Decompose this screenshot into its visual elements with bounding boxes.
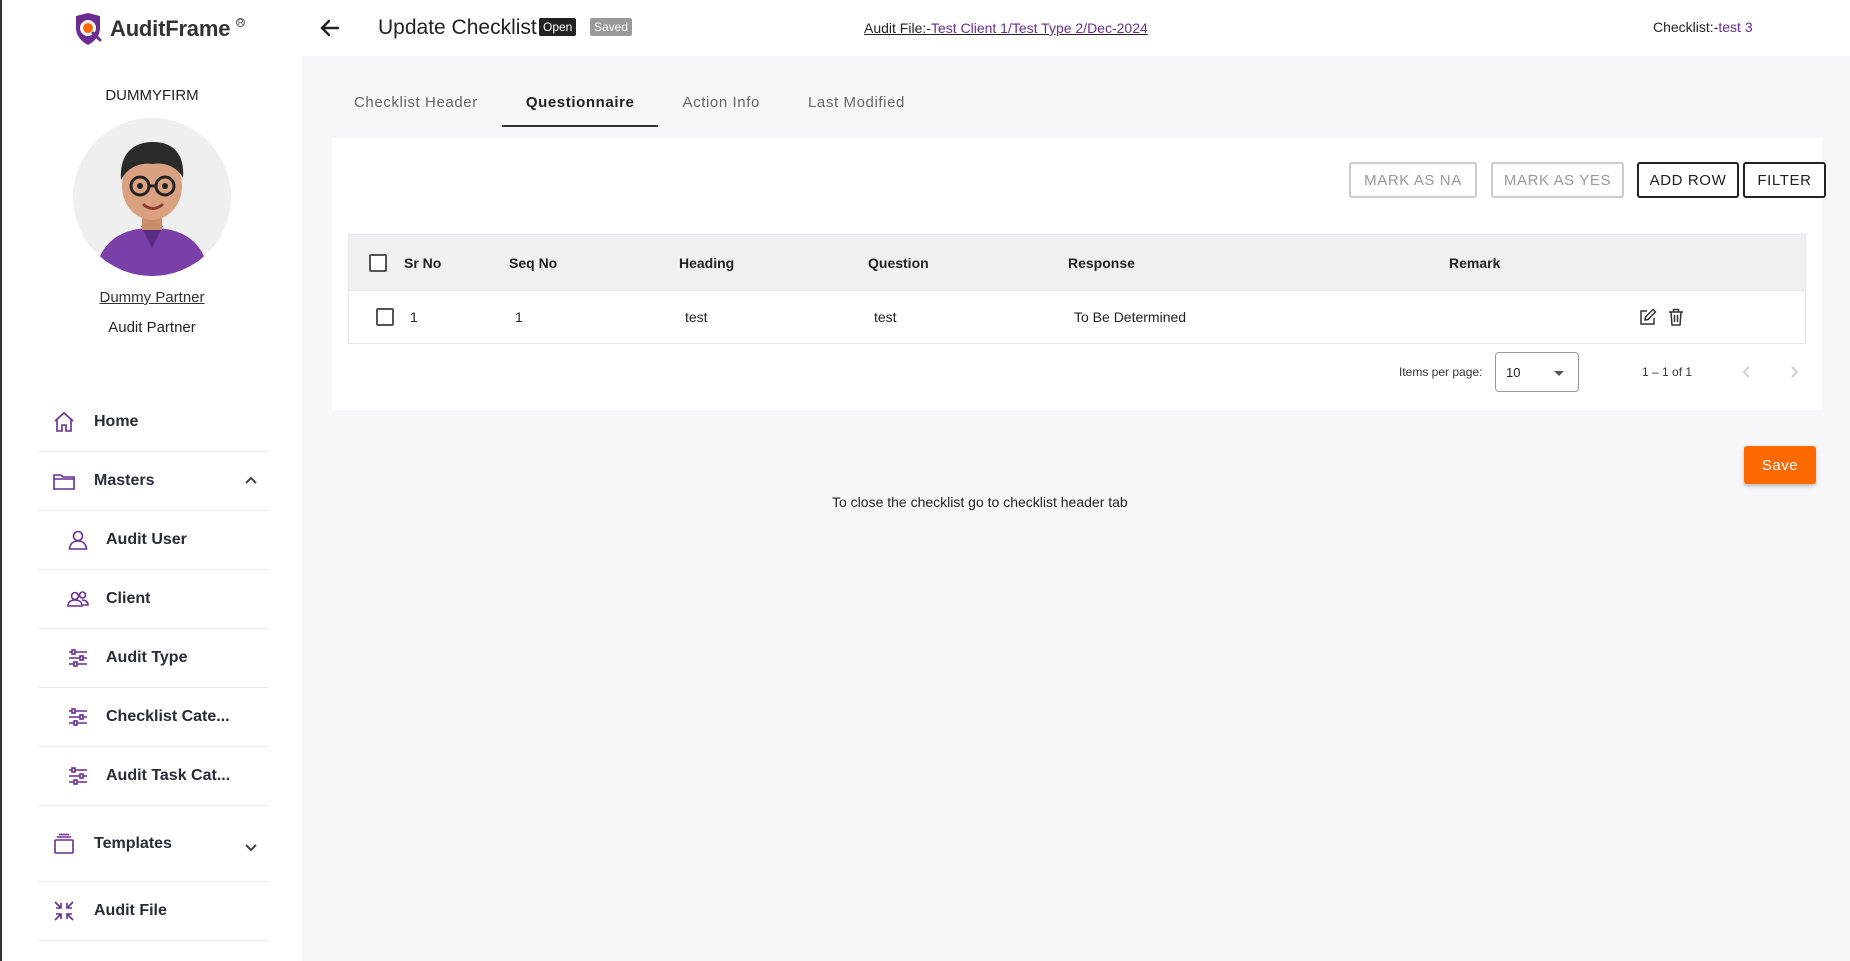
home-icon xyxy=(50,408,78,436)
cell-response: To Be Determined xyxy=(1074,309,1187,325)
top-bar: Update Checklist Open Saved Audit File:-… xyxy=(302,0,1850,56)
user-role: Audit Partner xyxy=(108,319,196,336)
folder-icon xyxy=(50,467,78,495)
sidebar-item-label: Masters xyxy=(94,472,155,489)
sidebar-item-label: Client xyxy=(106,590,151,607)
avatar-illustration-icon xyxy=(73,118,231,276)
save-button[interactable]: Save xyxy=(1744,446,1816,484)
previous-page-icon[interactable] xyxy=(1738,363,1756,381)
mark-as-na-button[interactable]: MARK AS NA xyxy=(1349,162,1477,198)
chevron-up-icon[interactable] xyxy=(242,472,260,490)
edit-icon[interactable] xyxy=(1638,307,1658,327)
row-checkbox[interactable] xyxy=(376,308,394,326)
add-row-button[interactable]: ADD ROW xyxy=(1637,162,1739,198)
cell-seq-no: 1 xyxy=(515,309,523,325)
sliders-icon xyxy=(64,703,92,731)
column-response: Response xyxy=(1068,254,1135,271)
column-question: Question xyxy=(868,254,929,271)
user-icon xyxy=(64,526,92,554)
audit-file-label: Audit File:- xyxy=(864,20,931,36)
sidebar-item-audit-file[interactable]: Audit File xyxy=(38,882,268,941)
select-all-checkbox[interactable] xyxy=(369,253,387,272)
sidebar-item-label: Home xyxy=(94,413,139,430)
questionnaire-table: Sr No Seq No Heading Question Response R… xyxy=(348,234,1806,344)
sidebar-item-label: Audit User xyxy=(106,531,187,548)
audit-file-value: Test Client 1/Test Type 2/Dec-2024 xyxy=(930,20,1148,36)
sliders-icon xyxy=(64,762,92,790)
select-all-checkbox-cell xyxy=(369,235,387,290)
sidebar-item-audit-task-category[interactable]: Audit Task Cat... xyxy=(38,747,268,806)
registered-mark-icon: R xyxy=(236,17,246,27)
users-icon xyxy=(64,585,92,613)
status-badge-open: Open xyxy=(539,18,577,36)
app-logo[interactable]: AuditFrame R xyxy=(70,12,246,46)
avatar xyxy=(73,118,231,276)
tab-last-modified[interactable]: Last Modified xyxy=(784,82,929,127)
paginator: Items per page: 10 1 – 1 of 1 xyxy=(332,352,1822,392)
sidebar-item-client[interactable]: Client xyxy=(38,570,268,629)
sidebar-item-home[interactable]: Home xyxy=(38,393,268,452)
cell-sr-no: 1 xyxy=(410,309,418,325)
cell-question: test xyxy=(874,309,897,325)
chevron-down-icon[interactable] xyxy=(242,838,260,856)
sidebar-item-audit-user[interactable]: Audit User xyxy=(38,511,268,570)
tab-questionnaire[interactable]: Questionnaire xyxy=(501,82,659,127)
sidebar-item-checklist-category[interactable]: Checklist Cate... xyxy=(38,688,268,747)
back-arrow-icon[interactable] xyxy=(316,14,344,42)
sidebar-item-templates[interactable]: Templates xyxy=(38,806,268,882)
questionnaire-card: MARK AS NA MARK AS YES ADD ROW FILTER Sr… xyxy=(332,138,1826,410)
row-actions xyxy=(1638,291,1686,343)
column-remark: Remark xyxy=(1449,254,1501,271)
column-seq-no: Seq No xyxy=(509,254,558,271)
items-per-page-value: 10 xyxy=(1506,365,1521,380)
status-badge-saved: Saved xyxy=(590,18,633,36)
table-header: Sr No Seq No Heading Question Response R… xyxy=(349,235,1805,291)
tab-action-info[interactable]: Action Info xyxy=(658,82,783,127)
sidebar-nav: Home Masters Audit User Client Audit Typ… xyxy=(38,393,268,941)
app-name: AuditFrame xyxy=(110,16,231,41)
close-checklist-note: To close the checklist go to checklist h… xyxy=(832,494,1128,510)
page-range: 1 – 1 of 1 xyxy=(1642,365,1693,379)
firm-name: DUMMYFIRM xyxy=(105,87,199,104)
compress-icon xyxy=(50,897,78,925)
layers-icon xyxy=(50,830,78,858)
checklist-name: Checklist:-test 3 xyxy=(1653,19,1753,35)
column-sr-no: Sr No xyxy=(404,254,442,271)
dropdown-caret-icon xyxy=(1554,371,1564,376)
tab-checklist-header[interactable]: Checklist Header xyxy=(330,82,502,127)
next-page-icon[interactable] xyxy=(1785,363,1803,381)
items-per-page-label: Items per page: xyxy=(1399,365,1483,379)
mark-as-yes-button[interactable]: MARK AS YES xyxy=(1491,162,1624,198)
checklist-value: test 3 xyxy=(1718,19,1753,35)
sidebar-item-masters[interactable]: Masters xyxy=(38,452,268,511)
sidebar-item-label: Templates xyxy=(94,834,172,852)
cell-heading: test xyxy=(685,309,708,325)
user-name-link[interactable]: Dummy Partner xyxy=(2,289,302,306)
sliders-icon xyxy=(64,644,92,672)
checklist-label: Checklist:- xyxy=(1653,19,1719,35)
sidebar-item-label: Audit Type xyxy=(106,649,188,666)
sidebar-item-label: Checklist Cate... xyxy=(106,708,230,725)
sidebar-item-label: Audit Task Cat... xyxy=(106,767,231,784)
table-row[interactable]: 1 1 test test To Be Determined xyxy=(349,291,1805,343)
row-checkbox-cell xyxy=(376,291,394,343)
sidebar-item-audit-type[interactable]: Audit Type xyxy=(38,629,268,688)
sidebar: AuditFrame R DUMMYFIRM Dummy Partner Aud… xyxy=(0,0,302,961)
audit-file-link[interactable]: Audit File:-Test Client 1/Test Type 2/De… xyxy=(864,20,1148,36)
tab-bar: Checklist Header Questionnaire Action In… xyxy=(330,82,929,127)
items-per-page-select[interactable]: 10 xyxy=(1495,352,1579,392)
filter-button[interactable]: FILTER xyxy=(1743,162,1826,198)
sidebar-item-label: Audit File xyxy=(94,902,167,919)
delete-icon[interactable] xyxy=(1666,307,1686,327)
auditframe-logo-icon xyxy=(76,13,102,45)
column-heading: Heading xyxy=(679,254,735,271)
main-content: Update Checklist Open Saved Audit File:-… xyxy=(302,0,1850,961)
page-title: Update Checklist xyxy=(378,16,537,39)
